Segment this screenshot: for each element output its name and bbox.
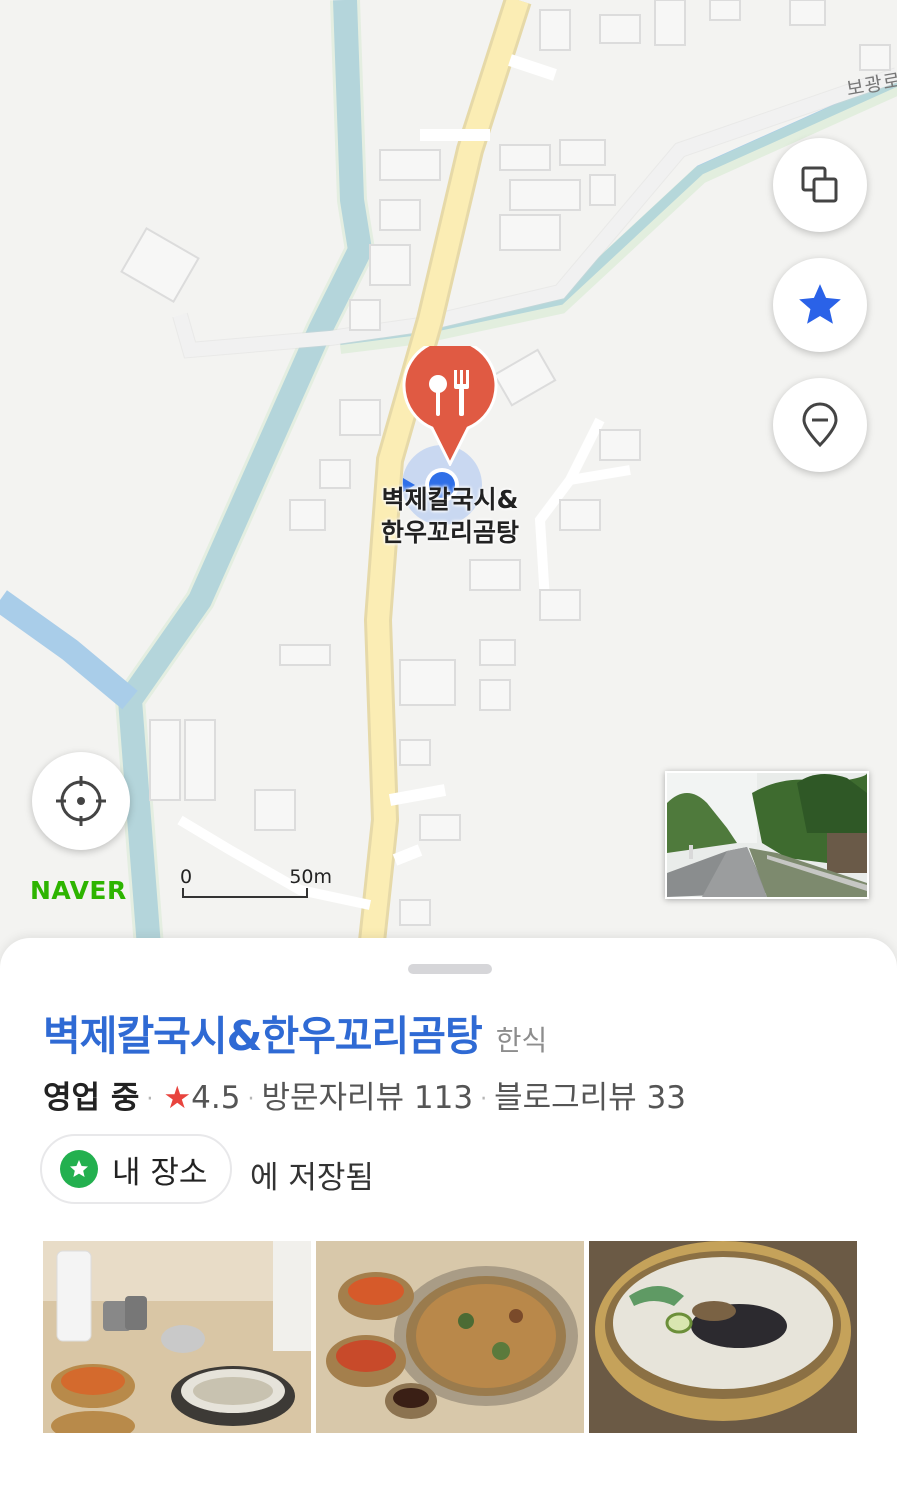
scale-start-label: 0 xyxy=(180,866,193,888)
saved-list-name: 내 장소 xyxy=(112,1154,208,1191)
place-photo-1[interactable] xyxy=(43,1241,311,1433)
separator-dot: · xyxy=(146,1087,154,1112)
scale-distance-label: 50m xyxy=(289,866,332,888)
separator-dot: · xyxy=(247,1087,255,1112)
separator-dot: · xyxy=(480,1087,488,1112)
place-photo-3[interactable] xyxy=(589,1241,857,1433)
place-info-sheet[interactable]: 벽제칼국시&한우꼬리곰탕 한식 영업 중 · ★4.5 · 방문자리뷰 113 · 블로그리뷰… xyxy=(0,938,897,1498)
saved-list-chip[interactable]: 내 장소 xyxy=(40,1134,232,1204)
map-place-label-line1: 벽제칼국시& xyxy=(381,485,519,514)
scale-bar-line xyxy=(182,888,308,898)
layers-button[interactable] xyxy=(773,138,867,232)
location-pin-icon xyxy=(802,402,838,448)
crosshair-icon xyxy=(56,776,106,826)
place-name[interactable]: 벽제칼국시&한우꼬리곰탕 xyxy=(43,1012,483,1060)
map-place-label-line2: 한우꼬리곰탕 xyxy=(380,518,519,547)
rating-value: 4.5 xyxy=(191,1080,241,1116)
favorite-button[interactable] xyxy=(773,258,867,352)
photo-noodle-soup xyxy=(589,1241,857,1433)
map-place-label[interactable]: 벽제칼국시& 한우꼬리곰탕 xyxy=(360,483,540,549)
place-info-row: 영업 중 · ★4.5 · 방문자리뷰 113 · 블로그리뷰 33 xyxy=(43,1072,686,1117)
saved-star-icon xyxy=(60,1150,98,1188)
star-icon xyxy=(799,284,841,324)
photo-soup-table xyxy=(43,1241,311,1433)
saved-status-text: 에 저장됨 xyxy=(250,1160,374,1196)
sheet-drag-handle[interactable] xyxy=(408,964,492,974)
photo-strip[interactable] xyxy=(43,1241,857,1433)
map-scale-bar: 0 50m xyxy=(180,866,332,902)
place-photo-2[interactable] xyxy=(316,1241,584,1433)
business-status: 영업 중 xyxy=(43,1080,140,1116)
layers-icon xyxy=(801,166,838,203)
current-location-button[interactable] xyxy=(32,752,130,850)
visitor-review-count[interactable]: 방문자리뷰 113 xyxy=(261,1080,473,1116)
location-pin-button[interactable] xyxy=(773,378,867,472)
place-category: 한식 xyxy=(495,1024,548,1057)
street-view-thumbnail[interactable] xyxy=(665,771,869,899)
blog-review-count[interactable]: 블로그리뷰 33 xyxy=(494,1080,686,1116)
place-title-row: 벽제칼국시&한우꼬리곰탕 한식 xyxy=(43,1002,547,1062)
naver-logo: NAVER xyxy=(30,876,127,905)
photo-pancake xyxy=(316,1241,584,1433)
restaurant-map-pin[interactable] xyxy=(402,346,498,466)
street-view-image xyxy=(667,773,867,897)
rating-star-icon: ★ xyxy=(163,1080,192,1116)
